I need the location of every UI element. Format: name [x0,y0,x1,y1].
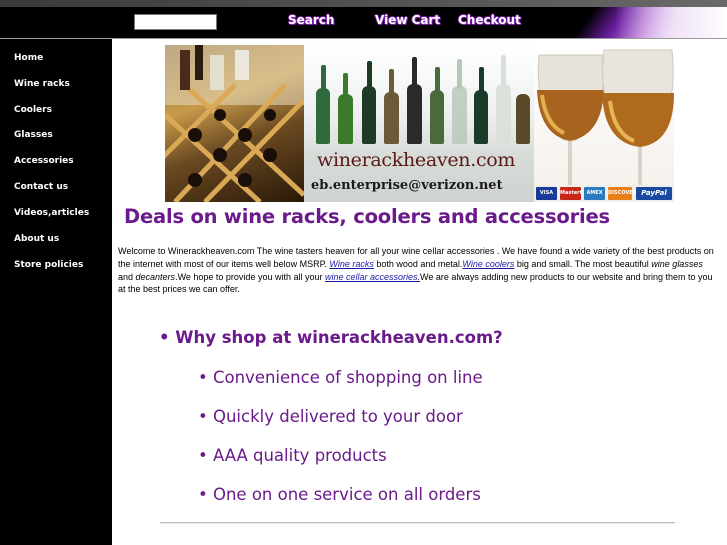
wine-coolers-link[interactable]: Wine coolers [462,259,514,269]
intro-italic: wine glasses [651,258,703,269]
banner-image: winerackheaven.com eb.enterprise@verizon… [165,45,674,202]
sidebar-item-glasses[interactable]: Glasses [14,130,53,140]
wine-glasses-photo [534,45,674,202]
visa-card-icon: VISA [536,187,557,200]
wine-glasses-illustration [537,49,674,185]
discover-card-icon: DISCOVER [608,187,637,200]
benefit-item: • One on one service on all orders [198,485,481,504]
sidebar-item-contact-us[interactable]: Contact us [14,182,68,192]
amex-card-icon: AMEX [584,187,605,200]
sidebar-item-wine-racks[interactable]: Wine racks [14,79,70,89]
intro-text: and [118,271,136,282]
benefit-item: • AAA quality products [198,446,387,465]
benefit-item: • Quickly delivered to your door [198,407,463,426]
wine-racks-link[interactable]: Wine racks [329,259,373,269]
intro-paragraph: Welcome to Winerackheaven.com The wine t… [118,245,716,296]
sidebar-item-coolers[interactable]: Coolers [14,105,52,115]
intro-text: .We hope to provide you with all your [175,271,325,282]
checkout-link[interactable]: Checkout [458,13,521,27]
horizontal-rule [160,522,675,524]
wine-cellar-accessories-link[interactable]: wine cellar accessories. [325,272,420,282]
sidebar-item-about-us[interactable]: About us [14,234,59,244]
wine-rack-photo [165,45,306,202]
sidebar: Home Wine racks Coolers Glasses Accessor… [0,39,112,545]
sidebar-item-accessories[interactable]: Accessories [14,156,74,166]
sidebar-item-store-policies[interactable]: Store policies [14,260,83,270]
page-headline: Deals on wine racks, coolers and accesso… [124,205,610,228]
benefit-item: • Convenience of shopping on line [198,368,483,387]
header-white-fade [615,7,727,38]
top-strip [0,0,727,7]
view-cart-link[interactable]: View Cart [375,13,440,27]
header-bar: Search View Cart Checkout [0,7,727,38]
search-link[interactable]: Search [288,13,334,27]
sidebar-item-videos-articles[interactable]: Videos,articles [14,208,89,218]
banner-email: eb.enterprise@verizon.net [311,178,503,193]
intro-text: big and small. The most beautiful [514,258,652,269]
intro-text: both wood and metal. [373,258,463,269]
search-input[interactable] [134,14,217,30]
mastercard-icon: MasterCard [560,187,593,200]
why-shop-heading: • Why shop at winerackheaven.com? [159,328,503,347]
sidebar-item-home[interactable]: Home [14,53,43,63]
intro-italic: decanters [135,271,176,282]
wine-rack-illustration [165,45,306,202]
banner-site-name: winerackheaven.com [317,149,516,171]
paypal-icon: PayPal [636,187,672,200]
